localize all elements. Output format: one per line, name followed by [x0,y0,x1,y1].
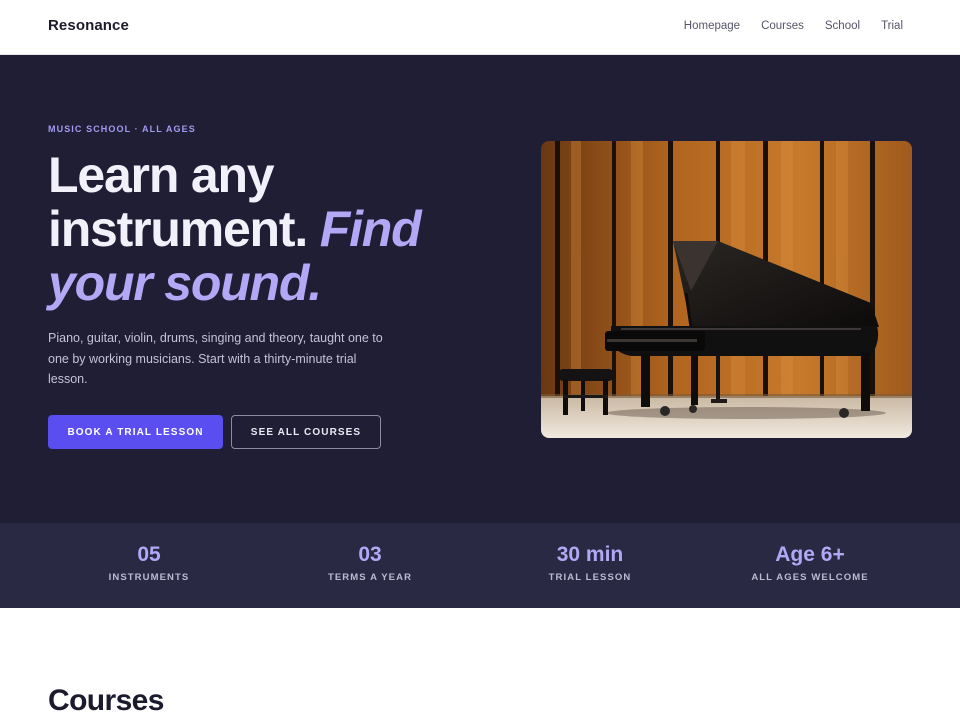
nav-link-courses[interactable]: Courses [761,20,804,32]
nav-link-trial[interactable]: Trial [881,20,903,32]
headline-line-2: instrument. [48,201,320,257]
stat-value: Age 6+ [775,543,845,566]
nav-link-school[interactable]: School [825,20,860,32]
hero-piano-image [541,141,912,438]
see-all-courses-button[interactable]: SEE ALL COURSES [231,415,381,449]
courses-heading: Courses [48,684,164,717]
stat-value: 30 min [556,543,624,566]
hero-section: MUSIC SCHOOL · ALL AGES Learn any instru… [0,55,960,523]
headline-accent-find: Find [319,201,422,257]
headline-line-1: Learn any [48,147,275,203]
stat-terms: 03 TERMS A YEAR [270,542,470,583]
stat-value: 05 [137,543,161,566]
top-nav: Resonance Homepage Courses School Trial [0,0,960,55]
stat-label: TRIAL LESSON [548,572,632,583]
hero-lede: Piano, guitar, violin, drums, singing an… [48,331,383,386]
stat-label: ALL AGES WELCOME [751,572,869,583]
stats-bar: 05 INSTRUMENTS 03 TERMS A YEAR 30 min TR… [0,523,960,608]
stat-value: 03 [358,543,382,566]
stat-instruments: 05 INSTRUMENTS [49,542,249,583]
nav-links: Homepage Courses School Trial [684,20,903,32]
headline-accent-your-sound: your sound. [48,255,322,311]
hero-headline: Learn any instrument. Find your sound. [48,148,518,310]
stat-label: INSTRUMENTS [108,572,190,583]
stat-ages: Age 6+ ALL AGES WELCOME [710,542,910,583]
hero-eyebrow: MUSIC SCHOOL · ALL AGES [48,124,196,134]
stat-label: TERMS A YEAR [327,572,413,583]
brand-logo[interactable]: Resonance [48,17,129,34]
book-trial-button[interactable]: BOOK A TRIAL LESSON [48,415,223,449]
stat-trial-lesson: 30 min TRIAL LESSON [490,542,690,583]
nav-link-homepage[interactable]: Homepage [684,20,740,32]
